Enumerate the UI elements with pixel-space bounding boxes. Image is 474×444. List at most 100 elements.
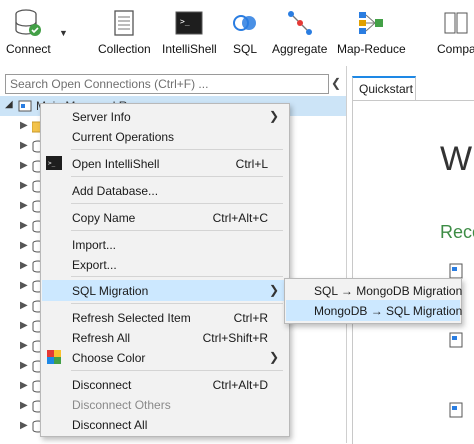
menu-item-open-intellishell[interactable]: >_ Open IntelliShell Ctrl+L [42,153,288,174]
sql-icon [230,8,260,38]
menu-item-export[interactable]: Export... [42,254,288,275]
sql-migration-submenu: SQL → MongoDB Migration MongoDB → SQL Mi… [284,278,462,324]
menu-item-label: Disconnect All [72,418,148,432]
menu-item-shortcut: Ctrl+Shift+R [202,331,268,345]
expand-arrow-icon[interactable]: ▶ [20,400,28,411]
sql-button[interactable]: SQL [230,8,260,64]
collapse-sidebar-icon[interactable]: ❮ [331,76,341,90]
menu-item-shortcut: Ctrl+R [233,311,268,325]
menu-separator [71,370,283,371]
menu-item-label: Export... [72,258,117,272]
connect-dropdown-arrow[interactable]: ▼ [59,28,68,38]
connect-button[interactable]: Connect [6,8,51,64]
menu-separator [71,203,283,204]
expand-arrow-icon[interactable]: ▶ [20,200,28,211]
expand-arrow-icon[interactable]: ▶ [20,220,28,231]
map-reduce-label: Map-Reduce [337,42,406,56]
terminal-icon: >_ [46,156,62,170]
menu-item-label: Choose Color [72,351,146,365]
expand-arrow-icon[interactable]: ▶ [20,280,28,291]
expand-arrow-icon[interactable]: ▶ [20,340,28,351]
recent-heading: Rece [440,222,474,242]
menu-item-label: Add Database... [72,184,159,198]
expand-arrow-icon[interactable]: ▶ [20,300,28,311]
menu-item-import[interactable]: Import... [42,234,288,255]
menu-separator [71,230,283,231]
menu-item-label: Copy Name [72,211,136,225]
connect-icon [13,8,43,38]
aggregate-button[interactable]: Aggregate [272,8,327,64]
menu-item-label: Open IntelliShell [72,157,160,171]
menu-item-shortcut: Ctrl+Alt+C [212,211,268,225]
server-icon [18,100,32,112]
menu-separator [71,303,283,304]
menu-item-server-info[interactable]: Server Info ❯ [42,106,288,127]
welcome-heading: W [440,140,473,178]
connection-context-menu: Server Info ❯ Current Operations >_ Open… [40,103,290,437]
menu-item-refresh-all[interactable]: Refresh All Ctrl+Shift+R [42,327,288,348]
menu-separator [71,176,283,177]
tab-quickstart[interactable]: Quickstart [352,76,416,100]
svg-text:>_: >_ [48,160,56,167]
recent-item-icon[interactable] [449,402,463,418]
menu-item-sql-migration[interactable]: SQL Migration ❯ [42,280,288,301]
menu-item-label: MongoDB → SQL Migration [314,304,463,318]
collection-label: Collection [98,42,151,56]
menu-item-current-operations[interactable]: Current Operations [42,126,288,147]
intellishell-button[interactable]: >_ IntelliShell [162,8,217,64]
menu-item-copy-name[interactable]: Copy Name Ctrl+Alt+C [42,207,288,228]
expand-arrow-icon[interactable]: ▶ [20,380,28,391]
submenu-arrow-icon: ❯ [268,109,279,123]
menu-item-disconnect[interactable]: Disconnect Ctrl+Alt+D [42,374,288,395]
menu-item-shortcut: Ctrl+Alt+D [212,378,268,392]
menu-item-refresh-selected[interactable]: Refresh Selected Item Ctrl+R [42,307,288,328]
compare-icon [441,8,471,38]
menu-item-label: Import... [72,238,117,252]
main-content: Quickstart [347,66,474,444]
submenu-arrow-icon: ❯ [268,283,279,297]
menu-separator [71,149,283,150]
main-toolbar: Connect ▼ Collection >_ IntelliShell SQL… [0,0,474,67]
map-reduce-button[interactable]: Map-Reduce [337,8,406,64]
intellishell-label: IntelliShell [162,42,217,56]
menu-item-sql-to-mongodb[interactable]: SQL → MongoDB Migration [286,280,463,301]
recent-item-icon[interactable] [449,263,463,279]
menu-item-label: Refresh All [72,331,131,345]
compare-button[interactable]: Compa [437,8,474,64]
expand-arrow-icon[interactable]: ▶ [20,120,28,131]
menu-item-label: Server Info [72,110,131,124]
menu-separator [71,276,283,277]
expand-arrow-icon[interactable]: ▶ [20,180,28,191]
expanded-arrow-icon[interactable]: ◢ [5,99,13,110]
menu-item-label: Current Operations [72,130,175,144]
menu-item-add-database[interactable]: Add Database... [42,180,288,201]
tab-quickstart-label: Quickstart [359,82,414,96]
expand-arrow-icon[interactable]: ▶ [20,420,28,431]
svg-text:>_: >_ [180,17,190,26]
menu-item-disconnect-all[interactable]: Disconnect All [42,414,288,435]
expand-arrow-icon[interactable]: ▶ [20,260,28,271]
menu-item-mongodb-to-sql[interactable]: MongoDB → SQL Migration [286,300,463,321]
color-palette-icon [47,350,61,364]
menu-item-choose-color[interactable]: Choose Color ❯ [42,347,288,368]
menu-item-label: SQL Migration [72,284,149,298]
search-connections-input[interactable] [5,74,329,94]
expand-arrow-icon[interactable]: ▶ [20,360,28,371]
expand-arrow-icon[interactable]: ▶ [20,140,28,151]
terminal-icon: >_ [174,8,204,38]
compare-label: Compa [437,42,474,56]
recent-item-icon[interactable] [449,332,463,348]
menu-item-disconnect-others: Disconnect Others [42,394,288,415]
submenu-arrow-icon: ❯ [268,350,279,364]
menu-item-label: Refresh Selected Item [72,311,191,325]
aggregate-icon [285,8,315,38]
collection-icon [109,8,139,38]
map-reduce-icon [356,8,386,38]
menu-item-label: SQL → MongoDB Migration [314,284,463,298]
expand-arrow-icon[interactable]: ▶ [20,320,28,331]
collection-button[interactable]: Collection [98,8,151,64]
menu-item-label: Disconnect [72,378,132,392]
expand-arrow-icon[interactable]: ▶ [20,240,28,251]
menu-item-label: Disconnect Others [72,398,171,412]
expand-arrow-icon[interactable]: ▶ [20,160,28,171]
